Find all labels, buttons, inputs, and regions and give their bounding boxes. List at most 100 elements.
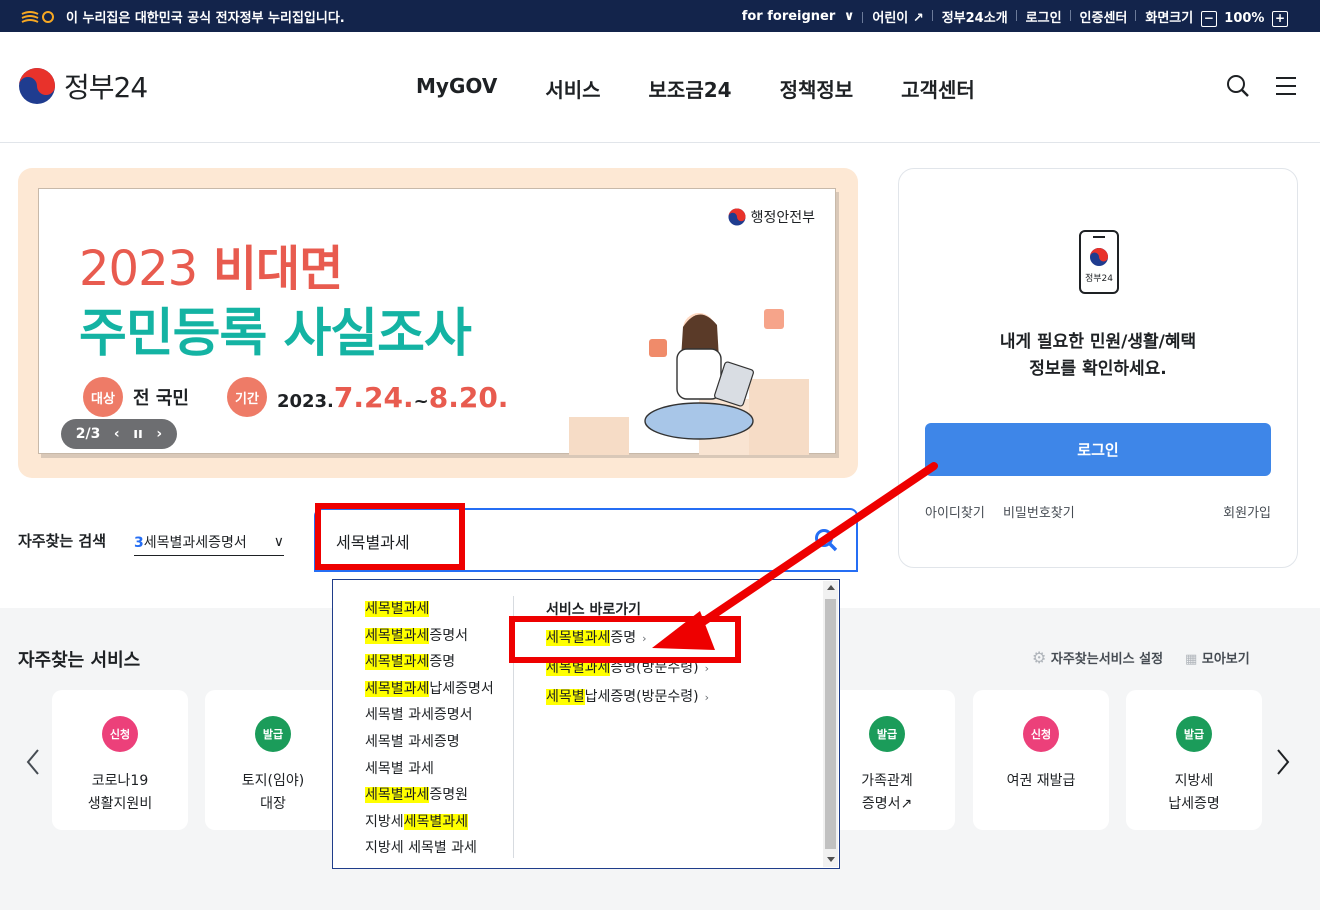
- service-settings-button[interactable]: ⚙ 자주찾는서비스 설정: [1032, 648, 1163, 667]
- login-panel: 정부24 내게 필요한 민원/생활/혜택 정보를 확인하세요. 로그인 아이디찾…: [898, 168, 1298, 568]
- suggestion-item[interactable]: 지방세 세목별 과세: [365, 835, 494, 862]
- pager-count: 2/3: [75, 426, 101, 442]
- issue-badge: 발급: [1176, 716, 1212, 752]
- period-badge: 기간: [226, 377, 267, 417]
- grid-icon: ▦: [1185, 652, 1198, 667]
- section-tools: ⚙ 자주찾는서비스 설정 ▦ 모아보기: [1032, 648, 1250, 667]
- join-link[interactable]: 회원가입: [1223, 502, 1271, 521]
- suggestion-item[interactable]: 세목별 과세: [365, 756, 494, 783]
- suggestion-item[interactable]: 지방세세목별과세: [365, 809, 494, 836]
- ministry-label: 행정안전부: [728, 207, 815, 227]
- suggestion-item[interactable]: 세목별과세증명서: [365, 623, 494, 650]
- card-label: 코로나19 생활지원비: [87, 773, 153, 812]
- shortcut-heading: 서비스 바로가기: [546, 602, 642, 618]
- service-shortcuts: 서비스 바로가기 세목별과세증명 › 세목별과세증명(방문수령) › 세목별납세증명…: [546, 596, 709, 713]
- card-label: 토지(임야) 대장: [241, 773, 305, 812]
- banner-pager: 2/3 ‹ ıı ›: [61, 419, 177, 449]
- external-link-icon: ↗: [900, 796, 913, 812]
- chevron-right-icon[interactable]: [1272, 748, 1292, 776]
- nav-customer-center[interactable]: 고객센터: [877, 74, 999, 103]
- woman-illustration: [569, 309, 809, 455]
- banner-details: 대상 전 국민 기간 2023.7.24.~8.20.: [83, 377, 508, 417]
- chevron-left-icon[interactable]: ‹: [114, 426, 120, 442]
- suggestion-item[interactable]: 세목별과세증명: [365, 649, 494, 676]
- suggestion-item[interactable]: 세목별 과세증명: [365, 729, 494, 756]
- foreigner-link[interactable]: for foreigner ∨: [733, 9, 864, 24]
- chevron-right-icon[interactable]: ›: [156, 426, 162, 442]
- search-icon[interactable]: [1226, 74, 1250, 98]
- zoom-out-button[interactable]: −: [1200, 10, 1217, 27]
- apply-badge: 신청: [1023, 716, 1059, 752]
- find-id-link[interactable]: 아이디찾기: [925, 506, 999, 521]
- card-label: 여권 재발급: [1006, 773, 1076, 789]
- zoom-in-button[interactable]: +: [1272, 10, 1288, 27]
- dropdown-scrollbar[interactable]: [823, 581, 838, 867]
- site-logo[interactable]: 정부24: [18, 66, 148, 106]
- scroll-down-icon[interactable]: [827, 857, 835, 862]
- search-input[interactable]: [336, 528, 796, 554]
- menu-icon[interactable]: [1274, 74, 1298, 98]
- chevron-down-icon: ∨: [843, 9, 855, 25]
- section-title: 자주찾는 서비스: [18, 650, 141, 671]
- suggestion-item[interactable]: 세목별과세납세증명서: [365, 676, 494, 703]
- chevron-left-icon[interactable]: [24, 748, 44, 776]
- scroll-thumb[interactable]: [825, 599, 836, 849]
- login-button[interactable]: 로그인: [925, 423, 1271, 476]
- search-box: [314, 508, 858, 572]
- chevron-right-icon: ›: [704, 691, 710, 705]
- about-link[interactable]: 정부24소개: [933, 7, 1017, 26]
- taegeuk-icon: [728, 208, 746, 226]
- suggestion-item[interactable]: 세목별과세: [365, 596, 494, 623]
- apply-badge: 신청: [102, 716, 138, 752]
- scroll-up-icon[interactable]: [827, 585, 835, 590]
- nav-mygov[interactable]: MyGOV: [392, 74, 521, 103]
- app-label: 정부24: [1084, 274, 1113, 284]
- kids-link[interactable]: 어린이 ↗: [863, 7, 934, 27]
- screen-size-control: 화면크기 − 100% +: [1136, 7, 1300, 27]
- top-utility-bar: 이 누리집은 대한민국 공식 전자정부 누리집입니다. for foreigne…: [0, 0, 1320, 32]
- cert-center-link[interactable]: 인증센터: [1071, 7, 1137, 26]
- divider: [513, 596, 514, 858]
- egov-logo-icon: [21, 10, 54, 23]
- target-badge: 대상: [83, 377, 123, 417]
- suggestion-item[interactable]: 세목별과세증명원: [365, 782, 494, 809]
- suggestion-list: 세목별과세 세목별과세증명서 세목별과세증명 세목별과세납세증명서 세목별 과세…: [365, 596, 494, 862]
- service-card[interactable]: 신청 코로나19 생활지원비: [52, 690, 188, 830]
- gear-icon: ⚙: [1032, 648, 1047, 667]
- banner-title-line1: 2023 비대면: [79, 241, 343, 297]
- mobile-app-icon: [1079, 230, 1119, 294]
- service-card[interactable]: 신청 여권 재발급: [973, 690, 1109, 830]
- issue-badge: 발급: [869, 716, 905, 752]
- shortcut-item[interactable]: 세목별과세증명(방문수령) ›: [546, 654, 709, 683]
- frequent-search-select[interactable]: 3세목별과세증명서 ∨: [134, 528, 284, 556]
- find-password-link[interactable]: 비밀번호찾기: [1003, 506, 1089, 521]
- target-value: 전 국민: [133, 388, 189, 409]
- nav-policy-info[interactable]: 정책정보: [756, 74, 878, 103]
- login-message: 내게 필요한 민원/생활/혜택 정보를 확인하세요.: [999, 332, 1197, 379]
- shortcut-item[interactable]: 세목별납세증명(방문수령) ›: [546, 683, 709, 712]
- zoom-value: 100%: [1224, 11, 1265, 26]
- search-submit-icon[interactable]: [814, 528, 838, 552]
- gov-notice: 이 누리집은 대한민국 공식 전자정부 누리집입니다.: [20, 7, 345, 26]
- logo-text: 정부24: [64, 71, 148, 104]
- service-card[interactable]: 발급 지방세 납세증명: [1126, 690, 1262, 830]
- nav-subsidy24[interactable]: 보조금24: [625, 74, 756, 103]
- issue-badge: 발급: [255, 716, 291, 752]
- shortcut-item[interactable]: 세목별과세증명 ›: [546, 624, 709, 653]
- account-links: 아이디찾기 비밀번호찾기: [925, 502, 1089, 521]
- chevron-down-icon: ∨: [273, 533, 284, 550]
- chevron-right-icon: ›: [642, 632, 647, 646]
- nav-services[interactable]: 서비스: [521, 74, 624, 103]
- external-link-icon: ↗: [912, 11, 924, 27]
- pause-icon[interactable]: ıı: [133, 426, 143, 442]
- service-card[interactable]: 발급 토지(임야) 대장: [205, 690, 341, 830]
- top-login-link[interactable]: 로그인: [1017, 7, 1071, 26]
- autocomplete-dropdown: 세목별과세 세목별과세증명서 세목별과세증명 세목별과세납세증명서 세목별 과세…: [332, 579, 840, 869]
- card-label: 지방세 납세증명: [1168, 773, 1220, 812]
- chevron-right-icon: ›: [704, 661, 710, 675]
- promo-banner[interactable]: 행정안전부 2023 비대면 주민등록 사실조사 대상 전 국민 기간 2023…: [18, 168, 858, 478]
- period-value: 2023.7.24.~8.20.: [276, 380, 509, 414]
- main-nav: MyGOV 서비스 보조금24 정책정보 고객센터: [392, 74, 999, 103]
- suggestion-item[interactable]: 세목별 과세증명서: [365, 702, 494, 729]
- view-all-button[interactable]: ▦ 모아보기: [1185, 648, 1250, 667]
